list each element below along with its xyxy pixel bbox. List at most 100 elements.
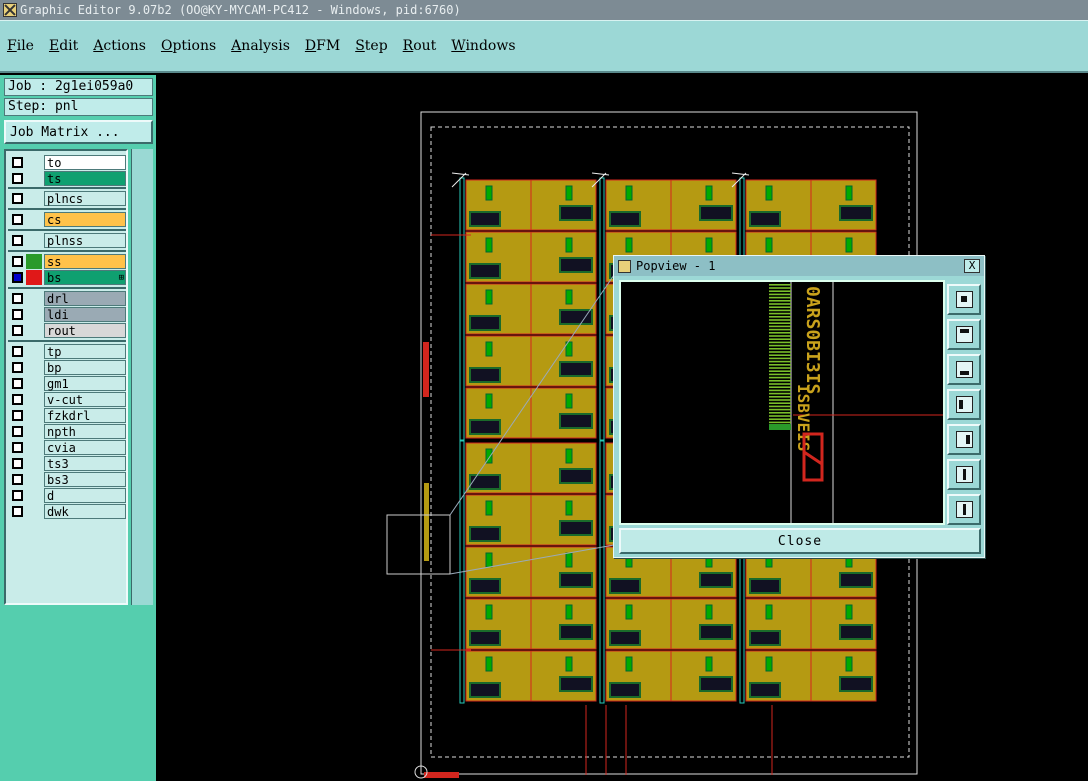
layer-name[interactable]: rout: [44, 323, 126, 338]
menu-bar: File Edit Actions Options Analysis DFM Step Rou…: [0, 20, 1088, 73]
layer-checkbox[interactable]: [12, 474, 23, 485]
layer-checkbox[interactable]: [12, 378, 23, 389]
zoom-fit-button[interactable]: [947, 284, 981, 315]
popview-close-button[interactable]: Close: [619, 528, 981, 554]
layer-name[interactable]: d: [44, 488, 126, 503]
menu-rout[interactable]: Rout: [403, 38, 437, 54]
barcode-line: [769, 405, 791, 408]
layer-checkbox[interactable]: [12, 293, 23, 304]
layer-name[interactable]: ts3: [44, 456, 126, 471]
layer-row-bs[interactable]: bs ⊞: [8, 270, 126, 285]
zoom-in-button[interactable]: [947, 459, 981, 490]
layer-name[interactable]: ldi: [44, 307, 126, 322]
layer-checkbox[interactable]: [12, 442, 23, 453]
layer-name[interactable]: npth: [44, 424, 126, 439]
layer-row-tp[interactable]: tp: [8, 344, 126, 359]
menu-analysis[interactable]: Analysis: [231, 38, 290, 54]
connector-pad: [469, 315, 501, 331]
pan-down-button[interactable]: [947, 354, 981, 385]
layer-row-cvia[interactable]: cvia: [8, 440, 126, 455]
layer-name[interactable]: ss: [44, 254, 126, 269]
layer-row-gm1[interactable]: gm1: [8, 376, 126, 391]
layer-name[interactable]: tp: [44, 344, 126, 359]
layer-row-ss[interactable]: ss: [8, 254, 126, 269]
zoom-out-button[interactable]: [947, 494, 981, 525]
layer-row-ts3[interactable]: ts3: [8, 456, 126, 471]
layer-row-d[interactable]: d: [8, 488, 126, 503]
pan-left-button[interactable]: [947, 389, 981, 420]
barcode-line: [769, 376, 791, 379]
layer-row-ts[interactable]: ts: [8, 171, 126, 186]
layer-name[interactable]: drl: [44, 291, 126, 306]
menu-actions[interactable]: Actions: [93, 38, 146, 54]
layer-row-plncs[interactable]: plncs: [8, 191, 126, 206]
layer-color-swatch[interactable]: [26, 270, 42, 285]
layer-name[interactable]: fzkdrl: [44, 408, 126, 423]
layer-checkbox[interactable]: [12, 394, 23, 405]
layer-name[interactable]: dwk: [44, 504, 126, 519]
layer-row-cs[interactable]: cs: [8, 212, 126, 227]
layer-name-text: ss: [47, 255, 62, 269]
layer-checkbox[interactable]: [12, 506, 23, 517]
layer-checkbox[interactable]: [12, 410, 23, 421]
layer-name[interactable]: plncs: [44, 191, 126, 206]
barcode-line: [769, 312, 791, 315]
menu-dfm[interactable]: DFM: [305, 38, 340, 54]
layer-checkbox[interactable]: [12, 458, 23, 469]
layer-row-fzkdrl[interactable]: fzkdrl: [8, 408, 126, 423]
layer-row-bs3[interactable]: bs3: [8, 472, 126, 487]
layer-row-plnss[interactable]: plnss: [8, 233, 126, 248]
layer-row-drl[interactable]: drl: [8, 291, 126, 306]
layer-name[interactable]: cvia: [44, 440, 126, 455]
menu-step[interactable]: Step: [355, 38, 387, 54]
layer-name[interactable]: ts: [44, 171, 126, 186]
layer-row-v-cut[interactable]: v-cut: [8, 392, 126, 407]
menu-edit[interactable]: Edit: [49, 38, 78, 54]
layer-name-text: cs: [47, 213, 62, 227]
pan-up-button[interactable]: [947, 319, 981, 350]
layer-name[interactable]: plnss: [44, 233, 126, 248]
layer-name[interactable]: v-cut: [44, 392, 126, 407]
layer-row-dwk[interactable]: dwk: [8, 504, 126, 519]
layer-checkbox[interactable]: [12, 256, 23, 267]
layer-name[interactable]: to: [44, 155, 126, 170]
layer-name[interactable]: gm1: [44, 376, 126, 391]
popview-viewport[interactable]: 0ARS0BI3IS ISBVEIS: [619, 280, 945, 525]
layer-name-text: npth: [47, 425, 76, 439]
layer-checkbox[interactable]: [12, 325, 23, 336]
component-pad: [565, 237, 573, 253]
layer-row-rout[interactable]: rout: [8, 323, 126, 338]
popview-close-icon[interactable]: X: [964, 259, 980, 273]
layer-row-npth[interactable]: npth: [8, 424, 126, 439]
layer-name[interactable]: bp: [44, 360, 126, 375]
layer-color-swatch[interactable]: [26, 254, 42, 269]
barcode-line: [769, 300, 791, 302]
menu-file[interactable]: File: [7, 38, 34, 54]
pan-left-icon: [956, 396, 973, 413]
layer-row-to[interactable]: to: [8, 155, 126, 170]
layer-checkbox[interactable]: [12, 272, 23, 283]
layer-row-ldi[interactable]: ldi: [8, 307, 126, 322]
layer-checkbox[interactable]: [12, 214, 23, 225]
job-matrix-button[interactable]: Job Matrix ...: [4, 120, 153, 144]
layer-name[interactable]: cs: [44, 212, 126, 227]
layer-checkbox[interactable]: [12, 490, 23, 501]
layer-list-scrollbar[interactable]: [131, 149, 153, 605]
barcode-line: [769, 306, 791, 308]
layer-checkbox[interactable]: [12, 235, 23, 246]
layer-name-text: tp: [47, 345, 62, 359]
layer-name[interactable]: bs3: [44, 472, 126, 487]
pan-right-button[interactable]: [947, 424, 981, 455]
layer-checkbox[interactable]: [12, 346, 23, 357]
layer-name[interactable]: bs ⊞: [44, 270, 126, 285]
layer-checkbox[interactable]: [12, 173, 23, 184]
layer-checkbox[interactable]: [12, 193, 23, 204]
menu-windows[interactable]: Windows: [451, 38, 515, 54]
menu-options[interactable]: Options: [161, 38, 216, 54]
target-mark: [451, 172, 470, 176]
layer-row-bp[interactable]: bp: [8, 360, 126, 375]
layer-checkbox[interactable]: [12, 157, 23, 168]
layer-checkbox[interactable]: [12, 362, 23, 373]
layer-checkbox[interactable]: [12, 426, 23, 437]
layer-checkbox[interactable]: [12, 309, 23, 320]
